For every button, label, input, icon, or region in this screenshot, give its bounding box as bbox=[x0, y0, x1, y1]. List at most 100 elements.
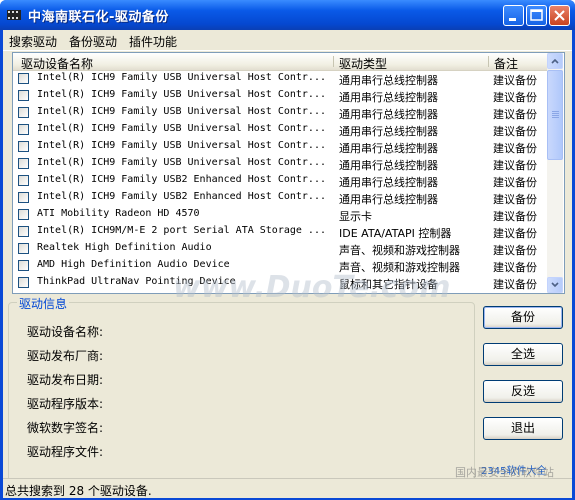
row-checkbox[interactable] bbox=[18, 141, 29, 152]
driver-note: 建议备份 bbox=[493, 227, 537, 240]
driver-note: 建议备份 bbox=[493, 244, 537, 257]
grip-line bbox=[552, 115, 559, 116]
scroll-up-button[interactable] bbox=[547, 53, 563, 69]
scroll-down-button[interactable] bbox=[547, 277, 563, 293]
row-checkbox[interactable] bbox=[18, 124, 29, 135]
driver-row[interactable]: Intel(R) ICH9 Family USB2 Enhanced Host … bbox=[13, 190, 547, 207]
app-window: 中海南联石化-驱动备份 搜索驱动 备份驱动 插件功能 驱动设备名称 驱动类型 备… bbox=[0, 0, 575, 500]
info-label-device-name: 驱动设备名称: bbox=[27, 325, 104, 339]
watermark-text: www.DuoTe.com bbox=[173, 270, 451, 305]
driver-type: 通用串行总线控制器 bbox=[339, 108, 438, 121]
grip-line bbox=[552, 117, 559, 118]
driver-name: Intel(R) ICH9 Family USB2 Enhanced Host … bbox=[37, 174, 326, 185]
list-scrollbar[interactable] bbox=[547, 53, 563, 293]
minimize-button[interactable] bbox=[503, 5, 524, 26]
driver-type: IDE ATA/ATAPI 控制器 bbox=[339, 227, 452, 240]
driver-name: Intel(R) ICH9 Family USB Universal Host … bbox=[37, 106, 326, 117]
info-label-version: 驱动程序版本: bbox=[27, 397, 104, 411]
row-checkbox[interactable] bbox=[18, 260, 29, 271]
driver-type: 声音、视频和游戏控制器 bbox=[339, 244, 460, 257]
driver-name: Intel(R) ICH9 Family USB Universal Host … bbox=[37, 123, 326, 134]
info-label-files: 驱动程序文件: bbox=[27, 445, 104, 459]
title-bar[interactable]: 中海南联石化-驱动备份 bbox=[0, 0, 575, 30]
driver-note: 建议备份 bbox=[493, 261, 537, 274]
client-area: 搜索驱动 备份驱动 插件功能 驱动设备名称 驱动类型 备注 Intel(R) I… bbox=[3, 30, 572, 498]
driver-note: 建议备份 bbox=[493, 125, 537, 138]
driver-name: ATI Mobility Radeon HD 4570 bbox=[37, 208, 200, 219]
row-checkbox[interactable] bbox=[18, 175, 29, 186]
driver-row[interactable]: Intel(R) ICH9 Family USB Universal Host … bbox=[13, 71, 547, 88]
exit-button[interactable]: 退出 bbox=[483, 417, 563, 440]
bottom-watermark: 国内最安全的软件站 bbox=[455, 466, 554, 479]
column-header-note[interactable]: 备注 bbox=[494, 55, 518, 72]
driver-note: 建议备份 bbox=[493, 91, 537, 104]
driver-type: 通用串行总线控制器 bbox=[339, 142, 438, 155]
driver-row[interactable]: Intel(R) ICH9M/M-E 2 port Serial ATA Sto… bbox=[13, 224, 547, 241]
list-header: 驱动设备名称 驱动类型 备注 bbox=[13, 53, 547, 71]
grip-line bbox=[552, 111, 559, 112]
row-checkbox[interactable] bbox=[18, 158, 29, 169]
driver-name: Intel(R) ICH9 Family USB Universal Host … bbox=[37, 140, 326, 151]
close-button[interactable] bbox=[549, 5, 570, 26]
column-header-name[interactable]: 驱动设备名称 bbox=[21, 55, 93, 72]
driver-row[interactable]: ATI Mobility Radeon HD 4570 显示卡 建议备份 bbox=[13, 207, 547, 224]
driver-name: Realtek High Definition Audio bbox=[37, 242, 212, 253]
chevron-down-icon bbox=[551, 282, 559, 288]
driver-row[interactable]: Intel(R) ICH9 Family USB Universal Host … bbox=[13, 156, 547, 173]
info-label-signature: 微软数字签名: bbox=[27, 421, 104, 435]
driver-note: 建议备份 bbox=[493, 159, 537, 172]
driver-type: 通用串行总线控制器 bbox=[339, 176, 438, 189]
menu-search-drivers[interactable]: 搜索驱动 bbox=[9, 33, 57, 50]
driver-row[interactable]: Intel(R) ICH9 Family USB Universal Host … bbox=[13, 122, 547, 139]
driver-note: 建议备份 bbox=[493, 210, 537, 223]
info-label-date: 驱动发布日期: bbox=[27, 373, 104, 387]
scroll-thumb[interactable] bbox=[547, 70, 563, 160]
row-checkbox[interactable] bbox=[18, 226, 29, 237]
driver-name: AMD High Definition Audio Device bbox=[37, 259, 230, 270]
invert-selection-button[interactable]: 反选 bbox=[483, 380, 563, 403]
driver-name: Intel(R) ICH9 Family USB Universal Host … bbox=[37, 72, 326, 83]
menu-plugins[interactable]: 插件功能 bbox=[129, 33, 177, 50]
row-checkbox[interactable] bbox=[18, 192, 29, 203]
driver-note: 建议备份 bbox=[493, 74, 537, 87]
driver-note: 建议备份 bbox=[493, 108, 537, 121]
driver-name: Intel(R) ICH9 Family USB Universal Host … bbox=[37, 157, 326, 168]
driver-note: 建议备份 bbox=[493, 193, 537, 206]
row-checkbox[interactable] bbox=[18, 90, 29, 101]
driver-list[interactable]: 驱动设备名称 驱动类型 备注 Intel(R) ICH9 Family USB … bbox=[12, 52, 565, 294]
row-checkbox[interactable] bbox=[18, 209, 29, 220]
driver-row[interactable]: Intel(R) ICH9 Family USB Universal Host … bbox=[13, 105, 547, 122]
row-checkbox[interactable] bbox=[18, 277, 29, 288]
column-divider[interactable] bbox=[333, 56, 334, 67]
column-header-type[interactable]: 驱动类型 bbox=[339, 55, 387, 72]
maximize-button[interactable] bbox=[526, 5, 547, 26]
menu-bar: 搜索驱动 备份驱动 插件功能 bbox=[3, 30, 572, 51]
driver-row[interactable]: Intel(R) ICH9 Family USB Universal Host … bbox=[13, 139, 547, 156]
driver-name: Intel(R) ICH9 Family USB Universal Host … bbox=[37, 89, 326, 100]
film-app-icon bbox=[7, 10, 21, 20]
window-title: 中海南联石化-驱动备份 bbox=[28, 10, 169, 25]
maximize-icon bbox=[530, 9, 543, 21]
driver-row[interactable]: Realtek High Definition Audio 声音、视频和游戏控制… bbox=[13, 241, 547, 258]
info-label-vendor: 驱动发布厂商: bbox=[27, 349, 104, 363]
driver-type: 通用串行总线控制器 bbox=[339, 74, 438, 87]
row-checkbox[interactable] bbox=[18, 73, 29, 84]
select-all-button[interactable]: 全选 bbox=[483, 343, 563, 366]
driver-note: 建议备份 bbox=[493, 176, 537, 189]
backup-button[interactable]: 备份 bbox=[483, 306, 563, 329]
group-title: 驱动信息 bbox=[17, 295, 70, 312]
status-text: 总共搜索到 28 个驱动设备. bbox=[5, 484, 152, 498]
driver-name: Intel(R) ICH9 Family USB2 Enhanced Host … bbox=[37, 191, 326, 202]
menu-backup-drivers[interactable]: 备份驱动 bbox=[69, 33, 117, 50]
driver-name: Intel(R) ICH9M/M-E 2 port Serial ATA Sto… bbox=[37, 225, 326, 236]
driver-type: 通用串行总线控制器 bbox=[339, 159, 438, 172]
driver-info-group: 驱动信息 驱动设备名称: 驱动发布厂商: 驱动发布日期: 驱动程序版本: 微软数… bbox=[8, 295, 475, 484]
row-checkbox[interactable] bbox=[18, 243, 29, 254]
driver-row[interactable]: Intel(R) ICH9 Family USB2 Enhanced Host … bbox=[13, 173, 547, 190]
driver-row[interactable]: Intel(R) ICH9 Family USB Universal Host … bbox=[13, 88, 547, 105]
column-divider[interactable] bbox=[488, 56, 489, 67]
row-checkbox[interactable] bbox=[18, 107, 29, 118]
driver-note: 建议备份 bbox=[493, 278, 537, 291]
driver-type: 显示卡 bbox=[339, 210, 372, 223]
driver-note: 建议备份 bbox=[493, 142, 537, 155]
